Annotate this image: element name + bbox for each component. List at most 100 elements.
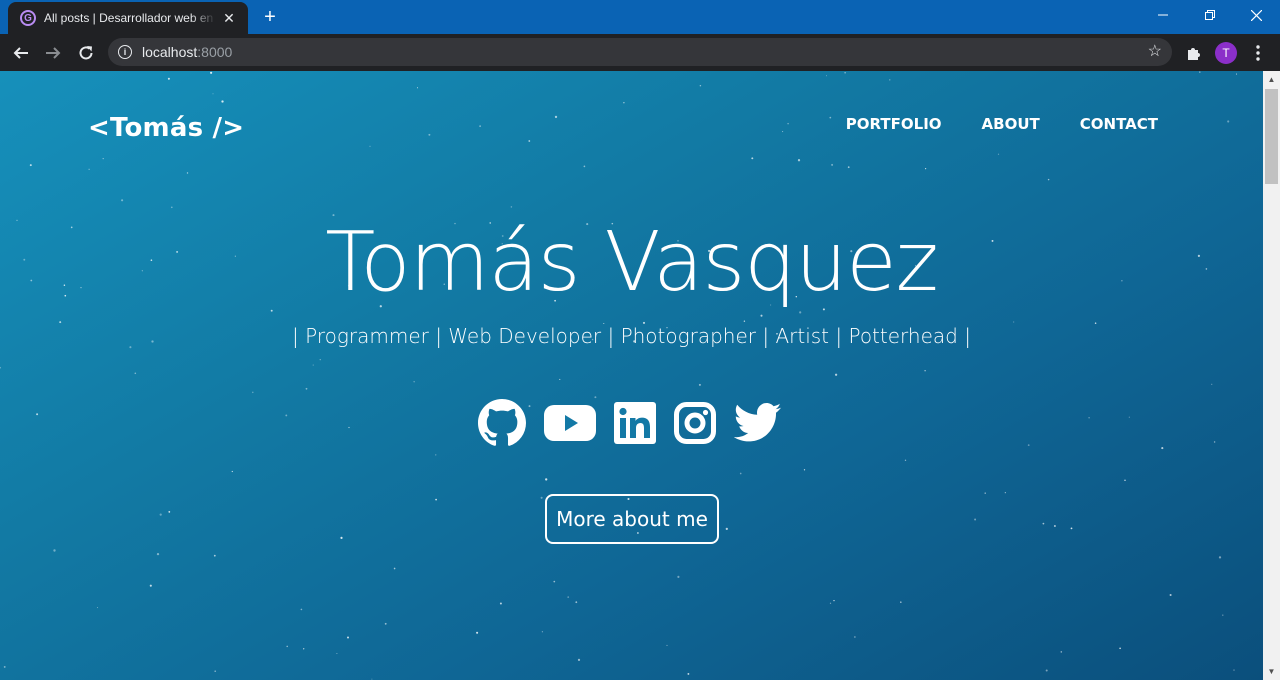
bookmark-star-icon[interactable]: ☆ xyxy=(1148,43,1162,61)
nav-portfolio-link[interactable]: PORTFOLIO xyxy=(846,115,942,133)
star-dot xyxy=(797,159,801,162)
star-dot xyxy=(829,116,832,119)
minimize-icon[interactable] xyxy=(1139,0,1186,30)
star-dot xyxy=(435,498,437,501)
star-dot xyxy=(214,670,217,673)
star-dot xyxy=(59,321,62,324)
star-dot xyxy=(1124,479,1126,481)
star-dot xyxy=(212,93,214,95)
star-dot xyxy=(435,454,437,456)
star-dot xyxy=(499,602,502,605)
star-dot xyxy=(545,478,548,481)
star-dot xyxy=(1047,178,1050,181)
star-dot xyxy=(854,636,856,638)
restore-icon[interactable] xyxy=(1186,0,1233,30)
reload-icon[interactable] xyxy=(73,40,99,66)
close-tab-icon[interactable]: ✕ xyxy=(220,10,238,27)
social-links xyxy=(478,399,782,447)
star-dot xyxy=(252,391,254,394)
star-dot xyxy=(96,607,99,609)
star-dot xyxy=(1053,525,1056,527)
site-info-icon[interactable]: i xyxy=(118,45,132,59)
page-scrollbar[interactable]: ▲ ▼ xyxy=(1263,71,1280,680)
star-dot xyxy=(553,580,556,583)
star-dot xyxy=(312,364,314,366)
forward-arrow-icon[interactable] xyxy=(40,40,66,66)
star-dot xyxy=(1227,120,1230,123)
star-dot xyxy=(847,166,850,169)
scroll-up-arrow-icon[interactable]: ▲ xyxy=(1263,71,1280,88)
star-dot xyxy=(623,102,625,104)
star-dot xyxy=(1213,441,1216,443)
site-nav: PORTFOLIO ABOUT CONTACT xyxy=(846,115,1158,133)
star-dot xyxy=(384,622,387,625)
star-dot xyxy=(285,414,288,417)
star-dot xyxy=(29,164,32,167)
star-dot xyxy=(303,648,305,650)
avatar: T xyxy=(1215,42,1237,64)
star-dot xyxy=(1088,417,1090,419)
star-dot xyxy=(554,115,558,119)
star-dot xyxy=(829,602,832,604)
more-about-me-button[interactable]: More about me xyxy=(545,494,719,544)
star-dot xyxy=(743,320,746,322)
star-dot xyxy=(167,77,170,80)
star-dot xyxy=(479,125,481,127)
star-dot xyxy=(1013,321,1015,323)
star-dot xyxy=(1235,73,1238,75)
star-dot xyxy=(575,601,578,604)
star-dot xyxy=(186,172,189,174)
gatsby-favicon-icon: G xyxy=(20,10,36,26)
star-dot xyxy=(583,165,586,168)
tab-title: All posts | Desarrollador web en la xyxy=(44,11,216,25)
star-dot xyxy=(782,131,784,133)
site-logo[interactable]: <Tomás /> xyxy=(88,113,244,143)
star-dot xyxy=(348,426,350,429)
star-dot xyxy=(1060,651,1063,653)
browser-tab[interactable]: G All posts | Desarrollador web en la ✕ xyxy=(8,2,248,34)
address-bar[interactable]: i localhost:8000 ☆ xyxy=(108,38,1172,66)
github-icon[interactable] xyxy=(478,399,526,447)
star-dot xyxy=(213,554,216,557)
star-dot xyxy=(121,199,124,202)
scroll-thumb[interactable] xyxy=(1265,89,1278,184)
star-dot xyxy=(510,206,513,208)
menu-kebab-icon[interactable] xyxy=(1245,40,1271,66)
twitter-icon[interactable] xyxy=(734,403,782,443)
close-window-icon[interactable] xyxy=(1233,0,1280,30)
star-dot xyxy=(541,631,544,633)
window-controls xyxy=(1139,0,1280,30)
page-viewport: <Tomás /> PORTFOLIO ABOUT CONTACT Tomás … xyxy=(0,71,1263,680)
scroll-down-arrow-icon[interactable]: ▼ xyxy=(1263,663,1280,680)
new-tab-button[interactable]: + xyxy=(258,6,282,28)
star-dot xyxy=(336,653,338,654)
star-dot xyxy=(900,601,902,603)
star-dot xyxy=(36,413,39,416)
star-dot xyxy=(371,678,373,680)
hero-tagline: | Programmer | Web Developer | Photograp… xyxy=(292,324,971,348)
star-dot xyxy=(1233,669,1235,671)
nav-contact-link[interactable]: CONTACT xyxy=(1080,115,1158,133)
star-dot xyxy=(210,71,213,74)
star-dot xyxy=(687,672,690,675)
star-dot xyxy=(1070,527,1073,530)
star-dot xyxy=(725,527,728,531)
star-dot xyxy=(577,658,581,662)
star-dot xyxy=(698,383,701,386)
browser-toolbar: i localhost:8000 ☆ T xyxy=(0,34,1280,71)
profile-avatar[interactable]: T xyxy=(1213,40,1239,66)
instagram-icon[interactable] xyxy=(674,402,716,444)
back-arrow-icon[interactable] xyxy=(8,40,34,66)
star-dot xyxy=(428,133,431,136)
nav-about-link[interactable]: ABOUT xyxy=(982,115,1040,133)
extensions-puzzle-icon[interactable] xyxy=(1181,40,1207,66)
star-dot xyxy=(1042,522,1045,525)
star-dot xyxy=(1211,383,1213,385)
star-dot xyxy=(567,596,570,598)
star-dot xyxy=(834,373,838,376)
star-dot xyxy=(416,87,419,89)
star-dot xyxy=(1004,492,1006,494)
star-dot xyxy=(1027,444,1030,446)
linkedin-icon[interactable] xyxy=(614,402,656,444)
youtube-icon[interactable] xyxy=(544,403,596,443)
